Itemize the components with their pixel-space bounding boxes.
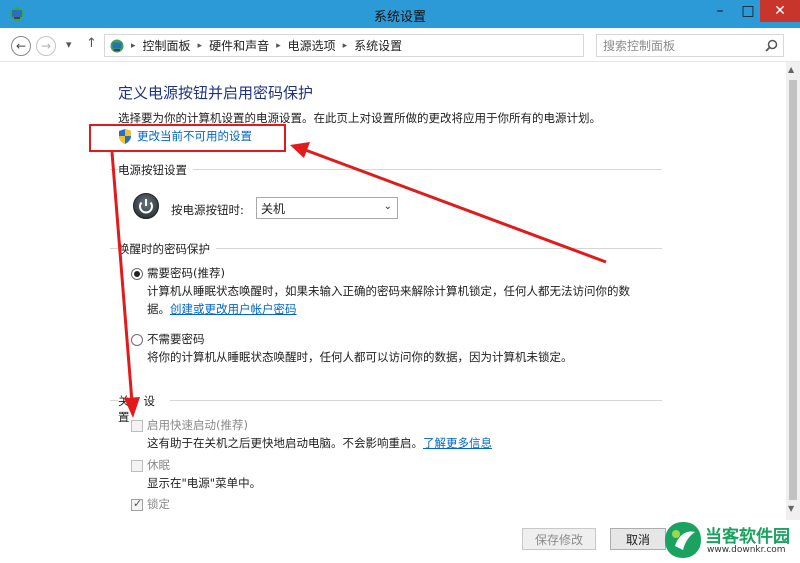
maximize-button[interactable]: □ <box>734 0 762 22</box>
search-icon[interactable] <box>765 39 778 52</box>
fast-startup-checkbox[interactable] <box>131 420 143 432</box>
breadcrumb-hardware-sound[interactable]: 硬件和声音 <box>209 37 269 54</box>
settings-content: 定义电源按钮并启用密码保护 选择要为你的计算机设置的电源设置。在此页上对设置所做… <box>0 62 786 520</box>
shutdown-group-title-part: 关 <box>118 394 130 408</box>
address-toolbar: ← → ▾ ↑ ▸ 控制面板 ▸ 硬件和声音 ▸ 电源选项 ▸ 系统设置 ⌄ ↻ <box>0 28 800 62</box>
fast-startup-description: 这有助于在关机之后更快地启动电脑。不会影响重启。了解更多信息 <box>147 435 492 451</box>
fast-startup-label[interactable]: 启用快速启动(推荐) <box>147 417 248 433</box>
cancel-button[interactable]: 取消 <box>610 528 666 550</box>
hibernate-checkbox[interactable] <box>131 460 143 472</box>
watermark-logo-icon <box>665 522 701 558</box>
chevron-down-icon[interactable]: ⌄ <box>384 201 392 212</box>
lock-checkbox[interactable] <box>131 497 143 511</box>
power-button-action-select[interactable]: 关机 ⌄ <box>256 197 398 219</box>
breadcrumb-separator[interactable]: ▸ <box>343 41 348 51</box>
breadcrumb-control-panel[interactable]: 控制面板 <box>143 37 191 54</box>
no-password-description: 将你的计算机从睡眠状态唤醒时，任何人都可以访问你的数据，因为计算机未锁定。 <box>147 350 573 364</box>
power-button-action-value: 关机 <box>261 201 286 216</box>
watermark-name: 当客软件园 <box>705 527 790 547</box>
up-button[interactable]: ↑ <box>86 36 97 51</box>
window-title: 系统设置 <box>373 10 426 25</box>
site-watermark: 当客软件园 www.downkr.com <box>663 518 800 563</box>
description-text: 据。 <box>147 302 170 316</box>
breadcrumb-separator[interactable]: ▸ <box>198 41 203 51</box>
require-password-label[interactable]: 需要密码(推荐) <box>147 265 225 281</box>
vertical-scrollbar[interactable]: ▲ ▼ <box>786 62 800 520</box>
learn-more-link[interactable]: 了解更多信息 <box>423 436 492 450</box>
forward-button[interactable]: → <box>36 36 56 56</box>
annotation-highlight-box <box>89 124 286 152</box>
require-password-radio[interactable] <box>131 268 143 280</box>
require-password-description: 计算机从睡眠状态唤醒时，如果未输入正确的密码来解除计算机锁定，任何人都无法访问你… <box>147 284 630 298</box>
watermark-url: www.downkr.com <box>707 545 786 555</box>
scroll-up-arrow-icon[interactable]: ▲ <box>788 65 794 74</box>
breadcrumb-power-options[interactable]: 电源选项 <box>288 37 336 54</box>
back-button[interactable]: ← <box>11 36 31 56</box>
power-button-label: 按电源按钮时: <box>171 203 244 217</box>
search-box[interactable] <box>596 34 784 57</box>
no-password-radio[interactable] <box>131 334 143 346</box>
breadcrumb-separator[interactable]: ▸ <box>276 41 281 51</box>
page-title: 定义电源按钮并启用密码保护 <box>118 84 314 102</box>
breadcrumb-separator: ▸ <box>131 40 136 51</box>
minimize-button[interactable]: – <box>706 0 734 22</box>
hibernate-description: 显示在"电源"菜单中。 <box>147 476 262 490</box>
recent-locations-button[interactable]: ▾ <box>66 38 72 51</box>
create-change-password-link[interactable]: 创建或更改用户帐户密码 <box>170 302 297 316</box>
control-panel-icon <box>110 39 124 52</box>
title-bar: 系统设置 – □ ✕ <box>0 0 800 28</box>
power-buttons-group-title: 电源按钮设置 <box>118 162 193 178</box>
close-button[interactable]: ✕ <box>760 0 800 22</box>
breadcrumb-system-settings[interactable]: 系统设置 <box>354 37 402 54</box>
group-divider <box>110 400 662 401</box>
scroll-down-arrow-icon[interactable]: ▼ <box>788 504 794 513</box>
no-password-label[interactable]: 不需要密码 <box>147 331 205 347</box>
wake-password-group-title: 唤醒时的密码保护 <box>118 241 216 257</box>
power-button-icon <box>133 193 159 219</box>
description-text: 这有助于在关机之后更快地启动电脑。不会影响重启。 <box>147 436 423 450</box>
require-password-description-line2: 据。创建或更改用户帐户密码 <box>147 301 297 317</box>
lock-label[interactable]: 锁定 <box>147 496 170 512</box>
save-changes-button[interactable]: 保存修改 <box>522 528 596 550</box>
search-input[interactable] <box>597 35 757 56</box>
hibernate-label[interactable]: 休眠 <box>147 457 170 473</box>
scroll-thumb[interactable] <box>789 80 797 500</box>
address-box[interactable]: ▸ 控制面板 ▸ 硬件和声音 ▸ 电源选项 ▸ 系统设置 ⌄ ↻ <box>104 34 676 57</box>
